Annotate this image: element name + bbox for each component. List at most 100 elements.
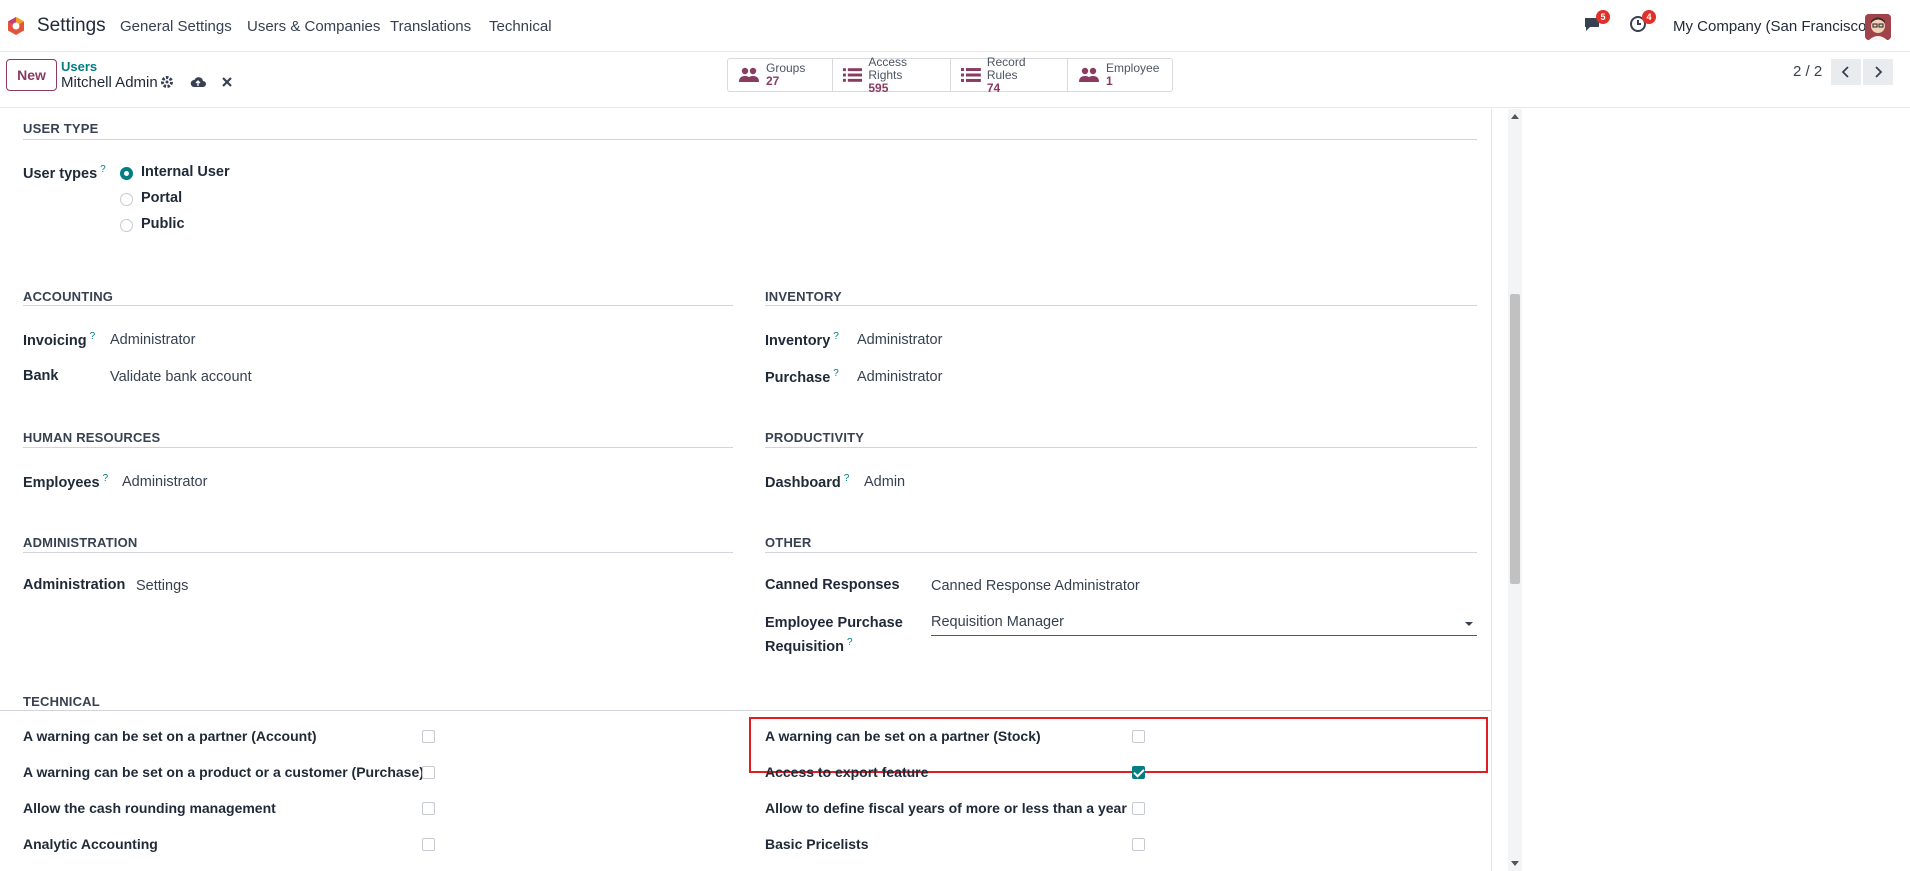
radio-portal[interactable] <box>120 193 133 206</box>
chevron-right-icon <box>1875 66 1883 78</box>
scroll-down-icon[interactable] <box>1511 861 1519 866</box>
scroll-up-icon[interactable] <box>1511 114 1519 119</box>
field-label-administration: Administration <box>23 577 126 593</box>
field-value-inventory[interactable]: Administrator <box>857 332 942 348</box>
help-icon[interactable]: ? <box>100 164 106 175</box>
smart-value: 1 <box>1106 74 1113 88</box>
smart-value: 74 <box>986 80 1001 95</box>
section-title-productivity: PRODUCTIVITY <box>765 430 865 445</box>
activities-icon[interactable]: 4 <box>1628 10 1656 34</box>
pager-previous-button[interactable] <box>1831 59 1861 85</box>
pager-next-button[interactable] <box>1863 59 1893 85</box>
field-value-administration[interactable]: Settings <box>136 578 188 594</box>
section-title-human-resources: HUMAN RESOURCES <box>23 430 161 445</box>
field-label-inventory: Inventory? <box>765 331 839 349</box>
menu-technical[interactable]: Technical <box>489 18 552 35</box>
tech-left-label-0: A warning can be set on a partner (Accou… <box>23 728 317 744</box>
field-value-purchase[interactable]: Administrator <box>857 369 942 385</box>
smart-button-record-rules[interactable]: Record Rules 74 <box>951 54 1068 94</box>
radio-label-internal-user[interactable]: Internal User <box>141 164 230 180</box>
help-icon[interactable]: ? <box>847 637 853 648</box>
tech-left-checkbox-3[interactable] <box>422 838 435 851</box>
tech-left-label-2: Allow the cash rounding management <box>23 800 276 816</box>
field-value-canned-responses[interactable]: Canned Response Administrator <box>931 578 1140 594</box>
gear-icon[interactable] <box>160 75 176 91</box>
menu-translations[interactable]: Translations <box>390 18 471 35</box>
help-icon[interactable]: ? <box>844 473 850 484</box>
tech-right-checkbox-0[interactable] <box>1132 730 1145 743</box>
section-title-administration: ADMINISTRATION <box>23 535 138 550</box>
select-value: Requisition Manager <box>931 614 1064 630</box>
field-value-employees[interactable]: Administrator <box>122 474 207 490</box>
radio-label-portal[interactable]: Portal <box>141 190 182 206</box>
tech-right-checkbox-3[interactable] <box>1132 838 1145 851</box>
tech-right-label-0: A warning can be set on a partner (Stock… <box>765 728 1041 744</box>
divider <box>23 552 733 553</box>
pager-value[interactable]: 2 / 2 <box>1793 63 1822 80</box>
divider <box>23 305 733 306</box>
caret-down-icon <box>1465 622 1473 626</box>
menu-users-companies[interactable]: Users & Companies <box>247 18 380 35</box>
activities-badge: 4 <box>1642 10 1656 24</box>
smart-label: Access Rights <box>868 54 908 82</box>
divider <box>23 139 1477 140</box>
user-avatar[interactable] <box>1865 14 1891 40</box>
divider <box>0 710 1491 711</box>
smart-value: 27 <box>766 74 780 88</box>
new-button[interactable]: New <box>6 59 57 91</box>
field-label-bank: Bank <box>23 368 59 384</box>
field-value-dashboard[interactable]: Admin <box>864 474 905 490</box>
divider <box>765 447 1477 448</box>
tech-right-checkbox-2[interactable] <box>1132 802 1145 815</box>
messages-icon[interactable]: 5 <box>1582 10 1610 34</box>
field-value-invoicing[interactable]: Administrator <box>110 332 195 348</box>
smart-button-groups[interactable]: Groups 27 <box>728 59 833 91</box>
users-icon <box>1079 67 1099 82</box>
tech-right-label-2: Allow to define fiscal years of more or … <box>765 800 1127 816</box>
radio-label-public[interactable]: Public <box>141 216 185 232</box>
smart-value: 595 <box>868 80 889 95</box>
tech-left-checkbox-1[interactable] <box>422 766 435 779</box>
divider <box>765 552 1477 553</box>
tech-left-checkbox-0[interactable] <box>422 730 435 743</box>
users-icon <box>739 67 759 82</box>
discard-icon[interactable] <box>221 75 237 91</box>
scroll-thumb[interactable] <box>1510 294 1520 584</box>
smart-label: Record Rules <box>986 54 1026 82</box>
radio-public[interactable] <box>120 219 133 232</box>
smart-label: Employee <box>1106 61 1160 75</box>
chevron-left-icon <box>1841 66 1849 78</box>
help-icon[interactable]: ? <box>833 368 839 379</box>
field-label-employees: Employees? <box>23 473 109 491</box>
employee-purchase-requisition-select[interactable]: Requisition Manager <box>931 614 1477 636</box>
field-value-bank[interactable]: Validate bank account <box>110 369 252 385</box>
help-icon[interactable]: ? <box>90 331 96 342</box>
app-name[interactable]: Settings <box>37 15 106 37</box>
control-panel: New Users Mitchell Admin Groups 27 Access… <box>0 52 1910 108</box>
tech-left-label-3: Analytic Accounting <box>23 836 158 852</box>
breadcrumb-users[interactable]: Users <box>61 59 97 74</box>
field-label-purchase: Purchase? <box>765 368 839 386</box>
help-icon[interactable]: ? <box>103 473 109 484</box>
section-title-user-type: USER TYPE <box>23 121 99 136</box>
section-title-other: OTHER <box>765 535 812 550</box>
odoo-logo-icon[interactable] <box>6 16 26 36</box>
field-label-employee-purchase-requisition: Employee Purchase Requisition? <box>765 615 903 655</box>
smart-button-employee[interactable]: Employee 1 <box>1068 59 1172 91</box>
tech-right-checkbox-1[interactable] <box>1132 766 1145 779</box>
section-title-technical: TECHNICAL <box>23 694 100 709</box>
field-label-invoicing: Invoicing? <box>23 331 96 349</box>
breadcrumb-current: Mitchell Admin <box>61 74 158 91</box>
save-cloud-icon[interactable] <box>190 75 206 91</box>
section-title-inventory: INVENTORY <box>765 289 842 304</box>
smart-buttons: Groups 27 Access Rights 595 Record Rules 74… <box>727 54 1173 94</box>
field-label-dashboard: Dashboard? <box>765 473 850 491</box>
help-icon[interactable]: ? <box>833 331 839 342</box>
list-icon <box>961 68 981 82</box>
radio-internal-user[interactable] <box>120 167 133 180</box>
menu-general-settings[interactable]: General Settings <box>120 18 232 35</box>
tech-left-checkbox-2[interactable] <box>422 802 435 815</box>
form-scrollbar[interactable] <box>1508 109 1522 871</box>
smart-button-access-rights[interactable]: Access Rights 595 <box>833 54 951 94</box>
company-switcher[interactable]: My Company (San Francisco) <box>1673 18 1871 35</box>
